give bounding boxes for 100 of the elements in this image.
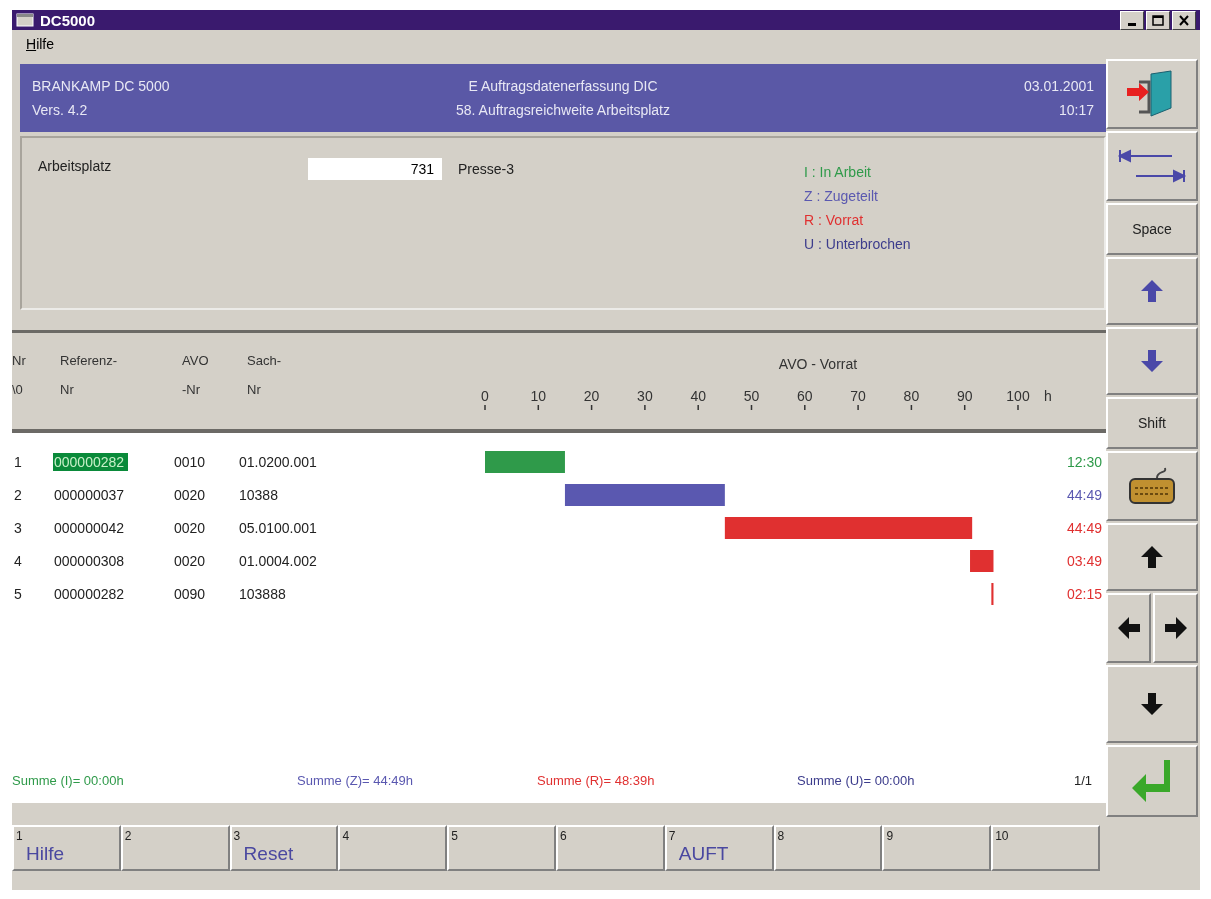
- tick-mark: [963, 404, 966, 411]
- duration-text: 44:49: [1066, 486, 1102, 503]
- product-name: BRANKAMP DC 5000: [32, 78, 171, 94]
- row-number: 1: [13, 453, 22, 470]
- reference-cell[interactable]: 000000037: [53, 485, 129, 504]
- tick-mark: [857, 404, 859, 411]
- function-key[interactable]: 10: [991, 825, 1100, 871]
- up-button[interactable]: [1106, 257, 1198, 325]
- table-cell: 0020: [174, 486, 206, 503]
- close-icon: [1178, 14, 1190, 26]
- scale-title: AVO - Vorrat: [778, 356, 858, 372]
- tick-mark: [590, 404, 593, 411]
- scale-label: 30: [637, 388, 653, 404]
- tick-mark: [804, 404, 806, 411]
- table-cell: 0090: [174, 585, 206, 602]
- row-number: 3: [13, 519, 22, 536]
- down-button[interactable]: [1106, 665, 1198, 743]
- close-button[interactable]: [1172, 10, 1196, 30]
- table-cell: 0020: [174, 552, 206, 569]
- duration-text: 44:49: [1066, 519, 1102, 536]
- function-key[interactable]: 1 Hilfe: [12, 825, 121, 871]
- function-key[interactable]: 2: [120, 825, 230, 871]
- sum-text: Summe (I)= 00:00h: [12, 772, 125, 788]
- sum-text: Summe (Z)= 44:49h: [297, 772, 414, 788]
- reference-cell[interactable]: 000000282: [53, 452, 129, 471]
- legend-text: U : Unterbrochen: [804, 236, 911, 252]
- column-header: Nr: [12, 353, 27, 368]
- maximize-button[interactable]: [1146, 10, 1170, 30]
- scale-label: 10: [530, 388, 547, 404]
- minimize-button[interactable]: [1120, 10, 1144, 30]
- arrow-right-icon: [1162, 615, 1189, 641]
- row-number: 4: [13, 552, 22, 569]
- left-button[interactable]: [1106, 593, 1151, 663]
- exit-button[interactable]: [1106, 59, 1198, 129]
- screen-name: 58. Auftragsreichweite Arbeitsplatz: [455, 102, 671, 118]
- reference-cell[interactable]: 000000042: [53, 518, 129, 537]
- reference-cell[interactable]: 000000308: [53, 551, 129, 570]
- table-cell: 0010: [174, 453, 206, 470]
- up-button[interactable]: [1106, 523, 1198, 591]
- scale-label: 70: [850, 388, 866, 404]
- workplace-name: Presse-3: [458, 160, 515, 179]
- enter-button[interactable]: [1106, 745, 1198, 817]
- clock-time: 10:17: [1057, 102, 1094, 118]
- column-header: Nr: [246, 382, 262, 397]
- right-button[interactable]: [1153, 593, 1198, 663]
- table-cell: 01.0200.001: [239, 453, 317, 470]
- key-button[interactable]: Shift: [1106, 397, 1198, 449]
- tick-mark: [644, 404, 646, 411]
- keyboard-button[interactable]: [1106, 451, 1198, 521]
- scale-label: 90: [956, 388, 973, 404]
- scale-label: 100: [1006, 388, 1030, 404]
- duration-text: 02:15: [1066, 585, 1102, 602]
- scale-unit: h: [1044, 388, 1052, 404]
- duration-text: 12:30: [1066, 453, 1102, 470]
- row-number: 2: [13, 486, 22, 503]
- function-key[interactable]: 4: [338, 825, 448, 871]
- arrow-down-icon: [1139, 348, 1165, 374]
- row-number: 5: [13, 585, 22, 602]
- tick-mark: [1017, 404, 1019, 411]
- window-icon: [16, 13, 34, 27]
- page-indicator: 1/1: [1073, 772, 1092, 788]
- sum-text: Summe (U)= 00:00h: [797, 772, 916, 788]
- tick-mark: [910, 404, 913, 411]
- function-key[interactable]: 3 Reset: [229, 825, 339, 871]
- module-name: E Auftragsdatenerfassung DIC: [467, 78, 659, 94]
- field-label: Arbeitsplatz: [38, 158, 113, 176]
- down-button[interactable]: [1106, 327, 1198, 395]
- maximize-icon: [1152, 14, 1164, 26]
- table-cell: 103888: [239, 585, 286, 602]
- tick-mark: [750, 404, 753, 411]
- tick-mark: [697, 404, 699, 411]
- date: 03.01.2001: [1022, 78, 1094, 94]
- column-header: Referenz-: [59, 353, 119, 368]
- tab-button[interactable]: [1106, 131, 1198, 201]
- column-header: AVO: [181, 353, 210, 368]
- table-cell: 01.0004.002: [239, 552, 317, 569]
- workplace-field[interactable]: 731: [308, 158, 442, 180]
- column-header: \0: [12, 382, 24, 397]
- keyboard-icon: [1127, 466, 1177, 506]
- table-cell: 10388: [239, 486, 278, 503]
- scale-label: 40: [690, 388, 706, 404]
- reference-cell[interactable]: 000000282: [53, 584, 129, 603]
- tick-mark: [484, 404, 486, 411]
- scale-label: 20: [583, 388, 600, 404]
- legend-text: R : Vorrat: [804, 212, 865, 228]
- function-key[interactable]: 7 AUFT: [664, 825, 774, 871]
- duration-text: 03:49: [1066, 552, 1102, 569]
- arrow-up-icon: [1139, 544, 1165, 570]
- table-cell: 05.0100.001: [239, 519, 317, 536]
- table-cell: 0020: [174, 519, 206, 536]
- arrow-up-icon: [1139, 278, 1165, 304]
- function-key[interactable]: 8: [773, 825, 883, 871]
- function-key[interactable]: 5: [447, 825, 556, 871]
- column-header: -Nr: [181, 382, 202, 397]
- column-header: Sach-: [246, 353, 282, 368]
- menu-item[interactable]: Hilfe: [26, 36, 55, 52]
- function-key[interactable]: 6: [556, 825, 665, 871]
- key-button[interactable]: Space: [1106, 203, 1198, 255]
- version: Vers. 4.2: [32, 102, 89, 118]
- function-key[interactable]: 9: [882, 825, 992, 871]
